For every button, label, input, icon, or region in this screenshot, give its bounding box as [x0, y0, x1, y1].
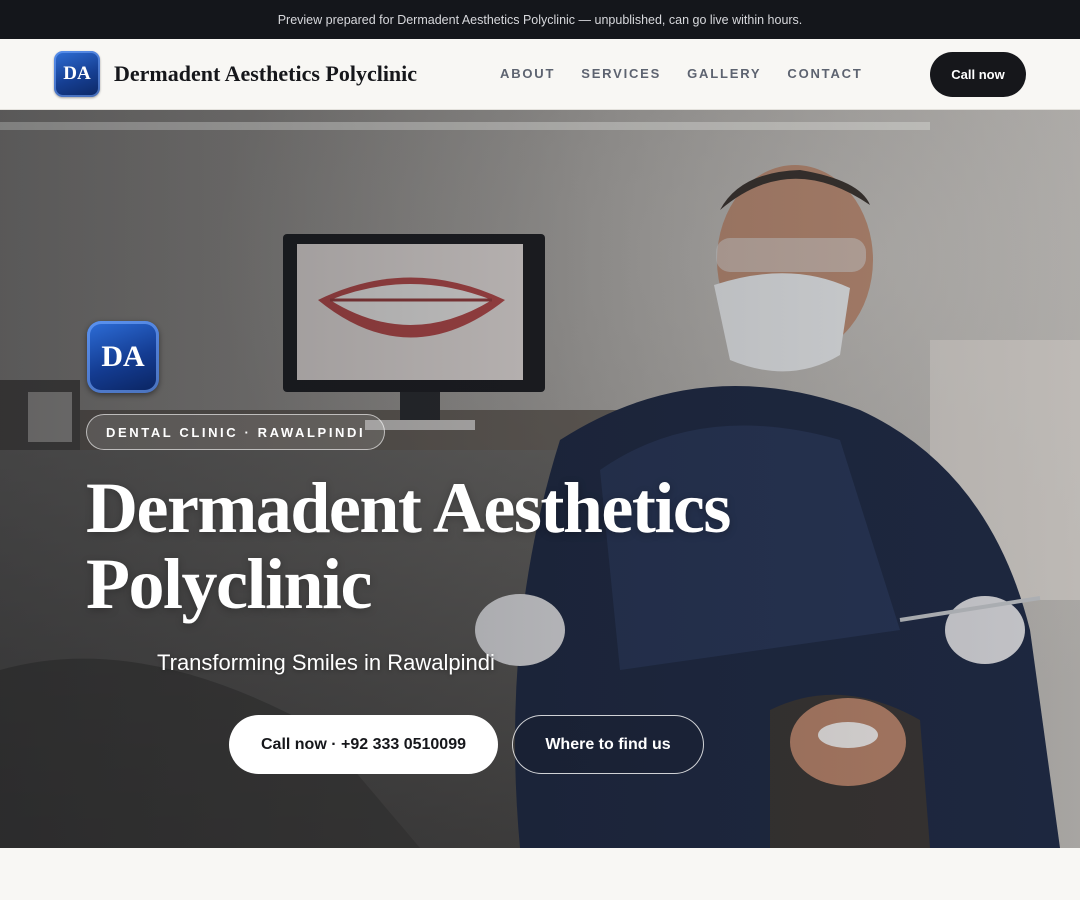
logo-initials: DA: [63, 63, 91, 84]
brand-name[interactable]: Dermadent Aesthetics Polyclinic: [114, 61, 417, 87]
nav-link-gallery[interactable]: GALLERY: [687, 66, 761, 81]
hero-logo-initials: DA: [101, 340, 145, 373]
hero-section: DA DENTAL CLINIC · RAWALPINDI Dermadent …: [0, 110, 1080, 848]
preview-banner: Preview prepared for Dermadent Aesthetic…: [0, 0, 1080, 39]
nav-link-about[interactable]: ABOUT: [500, 66, 555, 81]
header-call-button[interactable]: Call now: [930, 52, 1026, 97]
location-badge: DENTAL CLINIC · RAWALPINDI: [86, 414, 386, 450]
site-header: DA Dermadent Aesthetics Polyclinic ABOUT…: [0, 39, 1080, 110]
hero-subtitle: Transforming Smiles in Rawalpindi: [157, 650, 495, 675]
logo-badge[interactable]: DA: [54, 51, 100, 97]
call-now-button[interactable]: Call now · +92 333 0510099: [229, 715, 498, 774]
preview-banner-text: Preview prepared for Dermadent Aesthetic…: [277, 12, 803, 27]
nav-link-services[interactable]: SERVICES: [581, 66, 661, 81]
nav-link-contact[interactable]: CONTACT: [787, 66, 862, 81]
main-nav: ABOUT SERVICES GALLERY CONTACT: [500, 66, 863, 81]
hero-title: Dermadent Aesthetics Polyclinic: [86, 468, 731, 624]
hero-logo-badge: DA: [87, 321, 159, 393]
find-us-button[interactable]: Where to find us: [512, 715, 704, 774]
